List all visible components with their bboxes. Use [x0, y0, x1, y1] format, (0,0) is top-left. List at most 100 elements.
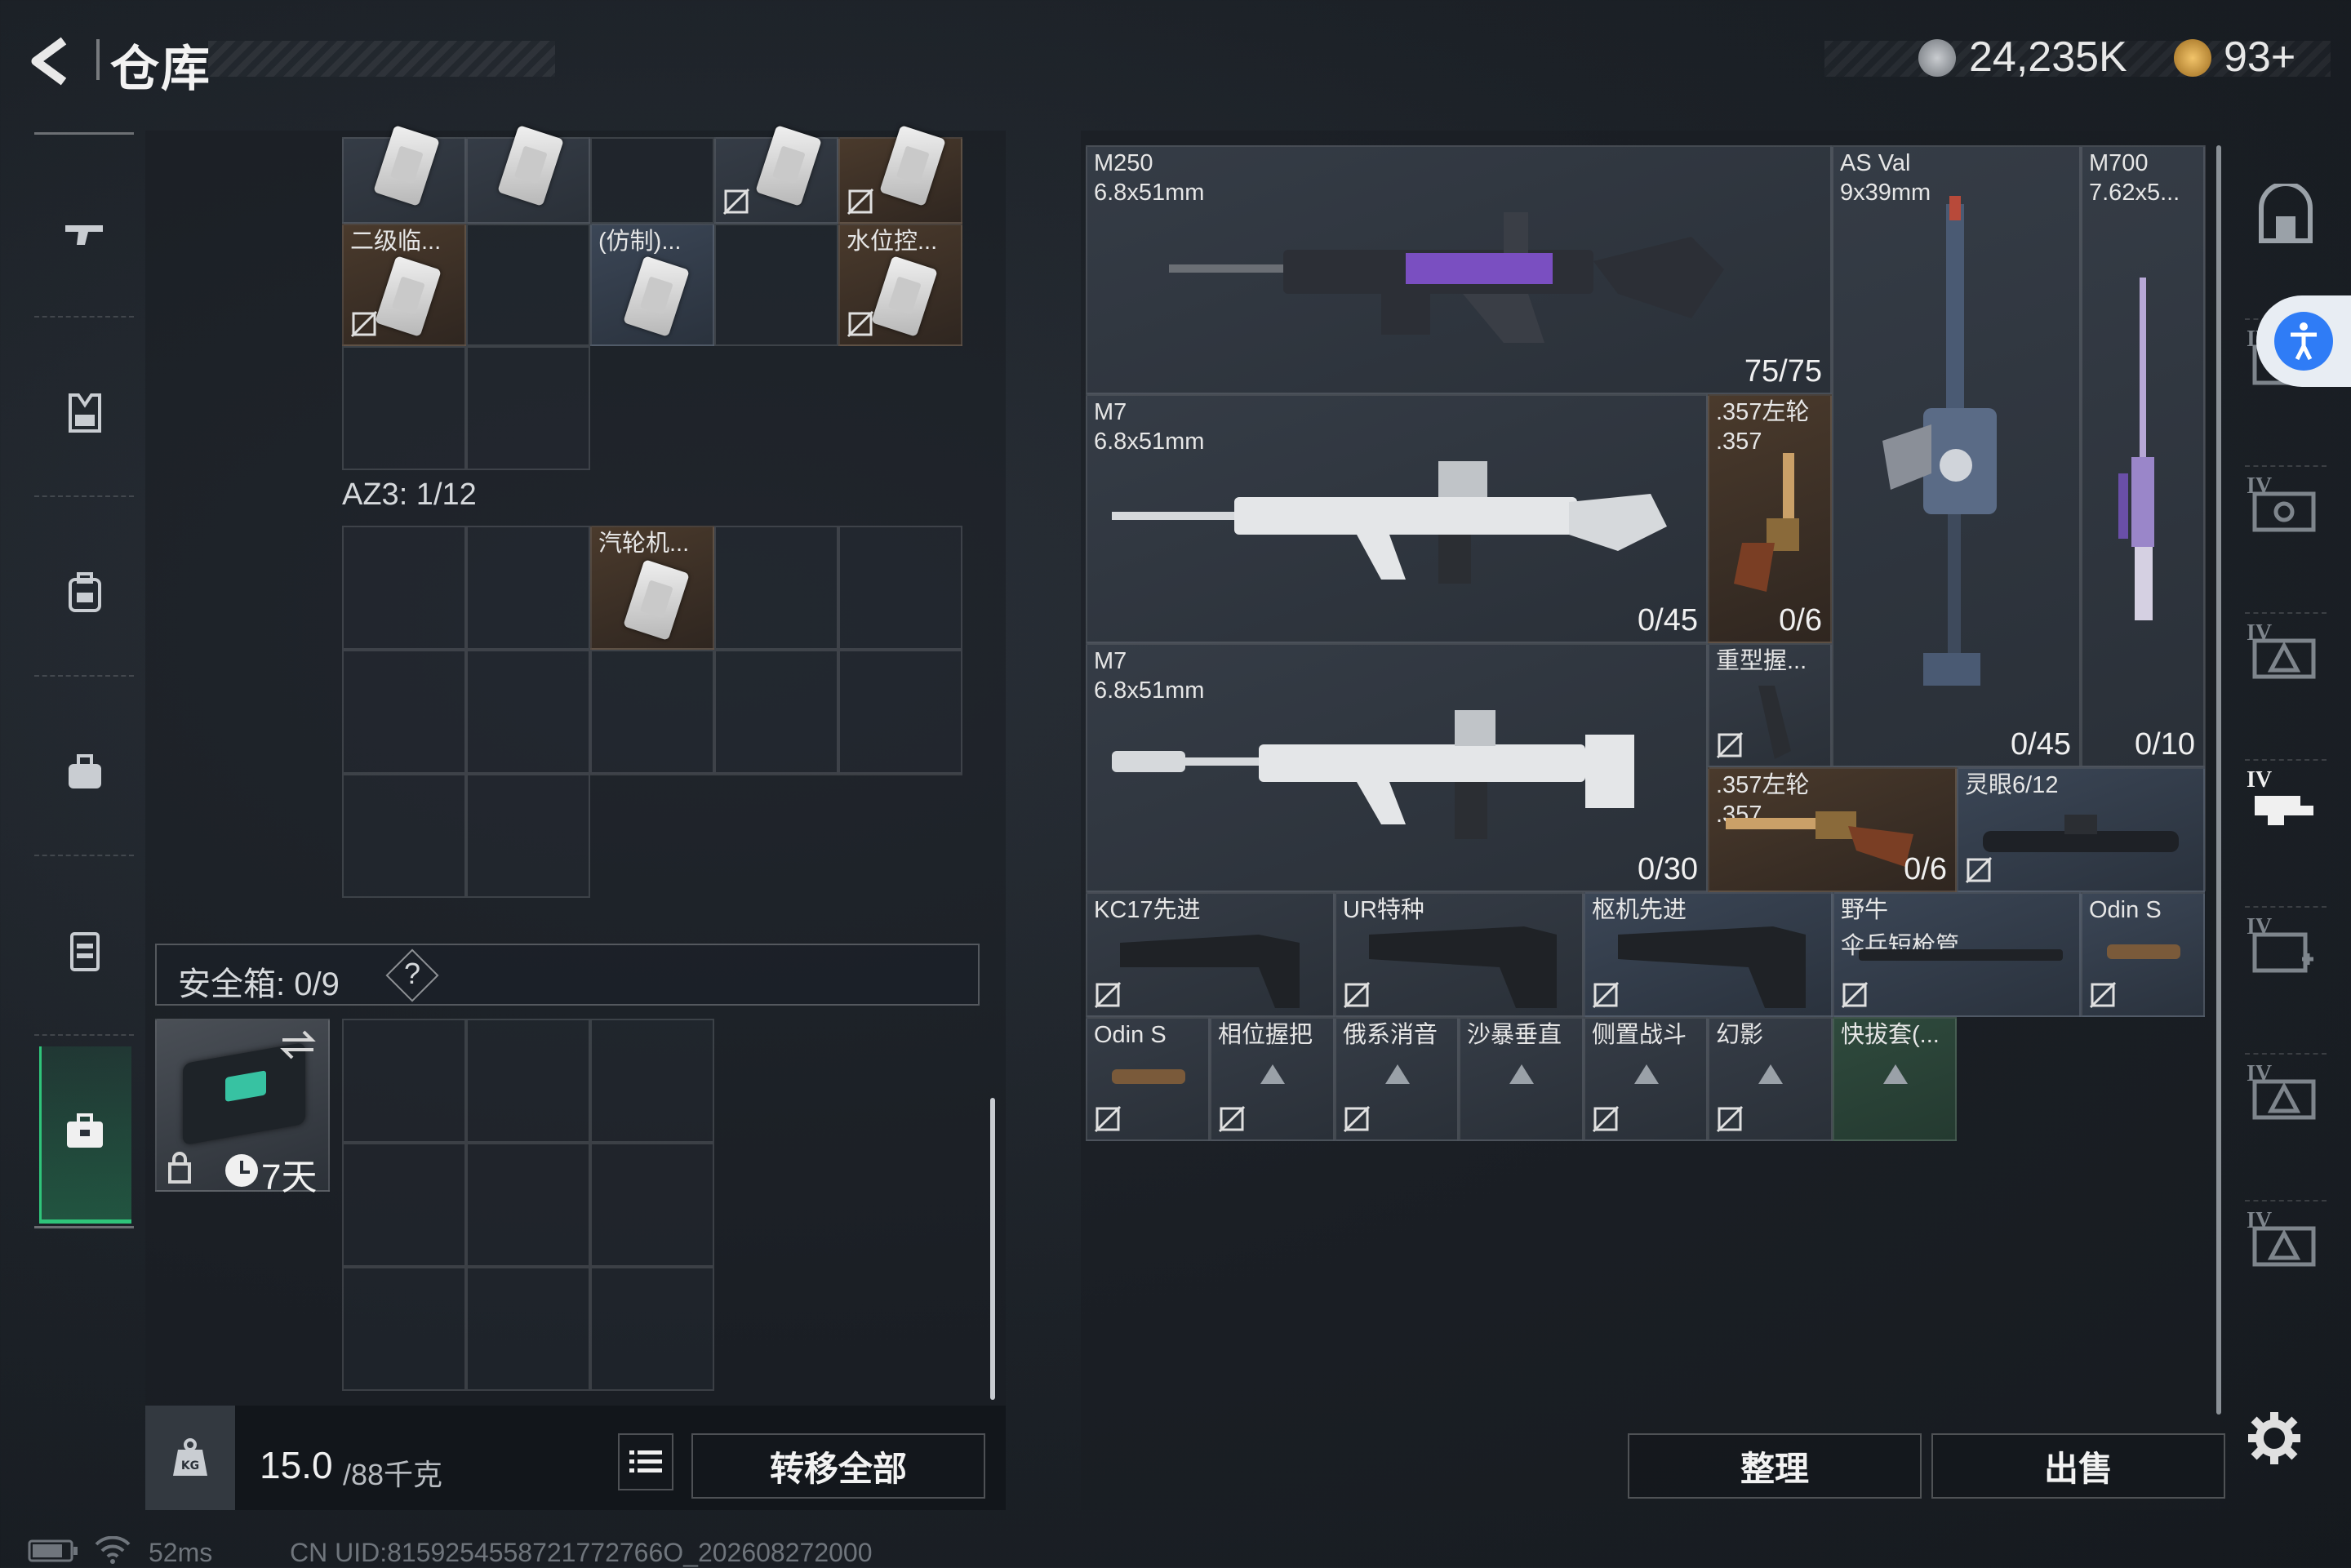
gun-icon[interactable] [64, 212, 106, 255]
warehouse-scrollbar[interactable] [2216, 145, 2221, 1415]
inventory-item[interactable]: 二级临... [342, 224, 466, 346]
item-card-partial[interactable] [838, 125, 962, 224]
attachment-stock[interactable]: KC17先进 [1086, 892, 1335, 1017]
weapon-m700[interactable]: M700 7.62x5... 0/10 [2081, 145, 2205, 767]
inventory-item[interactable]: 水位控... [838, 224, 962, 346]
stock-image [1369, 926, 1557, 1008]
no-insurance-icon [350, 310, 378, 338]
attachment-barrel[interactable]: 野牛 伞兵短枪管 [1833, 892, 2081, 1017]
weapon-as-val[interactable]: AS Val 9x39mm 0/45 [1832, 145, 2081, 767]
item-name: .357左轮 [1716, 399, 1810, 425]
attachment-stock[interactable]: 枢机先进 [1584, 892, 1833, 1017]
item-name: 沙暴垂直 [1467, 1022, 1562, 1048]
sell-button[interactable]: 出售 [1931, 1433, 2225, 1499]
no-insurance-icon [847, 310, 874, 338]
weapon-m7[interactable]: M7 6.8x51mm 0/30 [1086, 643, 1708, 892]
weight-current: 15.0 [260, 1444, 333, 1486]
weight-kg-icon: KG [173, 1438, 207, 1476]
item-card-partial[interactable] [466, 125, 590, 224]
item-name: 灵眼6/12 [1965, 772, 2059, 798]
attachment-item[interactable]: 幻影 [1708, 1017, 1833, 1141]
barrel-image [1859, 949, 2063, 961]
attachment-odin-s[interactable]: Odin S [1086, 1017, 1210, 1141]
bag-icon[interactable] [64, 751, 106, 793]
tier-triangle-icon [1260, 1064, 1285, 1084]
svg-text:KG: KG [181, 1459, 199, 1472]
transfer-all-button[interactable]: 转移全部 [691, 1433, 985, 1499]
safebox-label: 安全箱: 0/9 [178, 966, 340, 1002]
tier-triangle-icon [1385, 1064, 1410, 1084]
attachment-item[interactable]: 俄系消音 [1335, 1017, 1459, 1141]
item-name: 重型握... [1716, 648, 1807, 674]
grip-image [1758, 686, 1791, 759]
attachment-item[interactable]: 快拔套(... [1833, 1017, 1957, 1141]
weapon-357-revolver[interactable]: .357左轮 .357 0/6 [1708, 767, 1957, 892]
item-name: 侧置战斗 [1592, 1022, 1687, 1048]
accessibility-icon[interactable] [2274, 312, 2333, 371]
tab-medical-icon[interactable] [2251, 926, 2317, 975]
tab-weapon-icon[interactable] [2251, 486, 2317, 535]
back-arrow-icon[interactable] [24, 33, 82, 90]
attachment-odin-s[interactable]: Odin S [2081, 892, 2205, 1017]
no-insurance-icon [722, 188, 750, 215]
item-name: AS Val [1840, 150, 1911, 176]
item-name: M7 [1094, 399, 1127, 425]
attachment-item[interactable]: 相位握把 [1210, 1017, 1335, 1141]
scope-image [2107, 944, 2180, 959]
item-card-partial[interactable] [342, 125, 466, 224]
clock-icon [225, 1154, 258, 1187]
tab-supplies-icon[interactable] [2251, 1220, 2317, 1269]
no-insurance-icon [2089, 981, 2117, 1009]
item-name: 幻影 [1716, 1022, 1764, 1048]
list-view-button[interactable] [618, 1433, 673, 1490]
no-insurance-icon [1094, 981, 1122, 1009]
m700-image [2118, 278, 2154, 620]
item-count: 0/6 [1904, 852, 1947, 886]
accessibility-tab[interactable] [2256, 295, 2351, 387]
weapon-m7[interactable]: M7 6.8x51mm 0/45 [1086, 394, 1708, 643]
tab-equipment-icon[interactable] [2251, 1073, 2317, 1122]
warehouse-home-icon[interactable] [2253, 184, 2318, 249]
vest-icon[interactable] [64, 392, 106, 434]
sort-button[interactable]: 整理 [1628, 1433, 1922, 1499]
attachment-item[interactable]: 沙暴垂直 [1459, 1017, 1584, 1141]
inventory-scrollbar[interactable] [990, 1098, 995, 1400]
item-name: 汽轮机... [598, 531, 690, 557]
page-title: 仓库 [110, 42, 211, 96]
no-insurance-icon [847, 188, 874, 215]
tab-attachment-icon-active[interactable] [2251, 780, 2317, 828]
backpack-icon[interactable] [64, 571, 106, 614]
tab-armor-icon[interactable] [2251, 633, 2317, 682]
item-count: 0/6 [1779, 603, 1822, 637]
item-count: 0/45 [2011, 727, 2071, 762]
m250-image [1169, 212, 1724, 343]
attachment-stock[interactable]: UR特种 [1335, 892, 1584, 1017]
safebox-duration: 7天 [261, 1157, 318, 1197]
no-insurance-icon [1343, 1105, 1371, 1133]
inventory-item[interactable]: 汽轮机... [590, 526, 714, 650]
attachment-item[interactable]: 侧置战斗 [1584, 1017, 1708, 1141]
currency-silver-value: 24,235K [1969, 33, 2127, 81]
no-insurance-icon [1841, 981, 1869, 1009]
weight-max: /88千克 [343, 1458, 443, 1491]
safebox-help-icon[interactable]: ? [404, 957, 420, 991]
item-count: 0/30 [1638, 852, 1698, 886]
item-count: 0/10 [2135, 727, 2195, 762]
settings-gear-icon[interactable] [2247, 1410, 2302, 1466]
scope-image [1983, 815, 2179, 852]
safebox-item[interactable]: 7天 [155, 1019, 330, 1197]
wifi-icon [95, 1536, 131, 1564]
item-count: 75/75 [1744, 354, 1822, 389]
attachment-heavy-grip[interactable]: 重型握... [1708, 643, 1832, 767]
weapon-357-revolver[interactable]: .357左轮 .357 0/6 [1708, 394, 1832, 643]
swap-icon[interactable] [279, 1028, 317, 1061]
stock-image [1120, 935, 1300, 1008]
inventory-item[interactable]: (仿制)... [590, 224, 714, 346]
safebox-icon[interactable] [64, 1110, 106, 1153]
scope-image [1112, 1069, 1185, 1084]
attachment-scope[interactable]: 灵眼6/12 [1957, 767, 2205, 892]
item-card-partial[interactable] [714, 125, 838, 224]
currency-gold-value[interactable]: 93+ [2224, 33, 2295, 82]
weapon-m250[interactable]: M250 6.8x51mm 75/75 [1086, 145, 1832, 394]
container-icon[interactable] [64, 931, 106, 973]
